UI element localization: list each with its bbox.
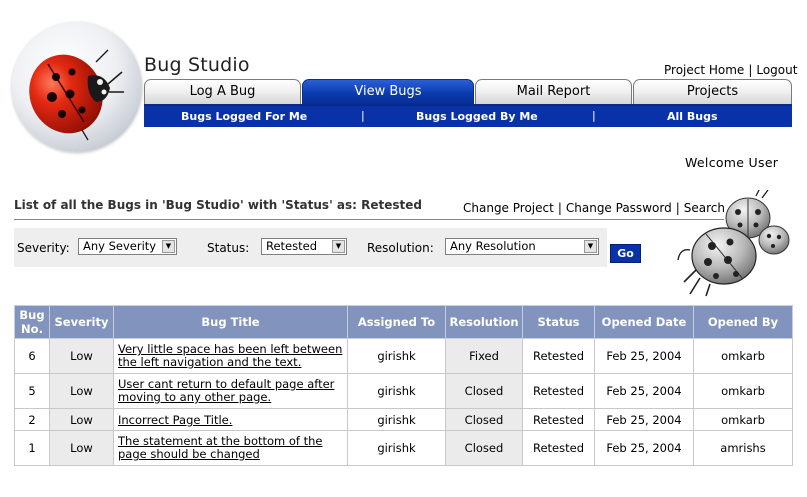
bug-opened-by: omkarb (693, 338, 793, 374)
bug-opened-by: amrishs (693, 430, 793, 466)
bug-resolution: Closed (445, 430, 523, 466)
bug-opened-date: Feb 25, 2004 (594, 373, 694, 409)
bug-severity: Low (49, 408, 114, 431)
table-row: 1 Low The statement at the bottom of the… (14, 430, 793, 466)
bug-resolution: Closed (445, 408, 523, 431)
table-header-row: Bug No. Severity Bug Title Assigned To R… (14, 305, 793, 339)
bug-title-link[interactable]: Very little space has been left between … (118, 343, 343, 369)
column-header[interactable]: Assigned To (347, 305, 446, 339)
bug-assigned-to: girishk (347, 408, 446, 431)
bug-title-cell: User cant return to default page after m… (113, 373, 348, 409)
welcome-message: Welcome User (685, 155, 779, 170)
app-logo (12, 22, 142, 152)
bug-assigned-to: girishk (347, 373, 446, 409)
ladybug-logo-icon (29, 49, 124, 141)
chevron-down-icon: ▼ (332, 240, 345, 253)
resolution-select[interactable]: Any Resolution ▼ (445, 238, 599, 255)
column-header[interactable]: Resolution (445, 305, 523, 339)
column-header[interactable]: Status (522, 305, 595, 339)
divider (14, 219, 724, 220)
bug-opened-by: omkarb (693, 373, 793, 409)
subnav-bugs-logged-for-me[interactable]: Bugs Logged For Me (181, 110, 307, 123)
resolution-label: Resolution: (367, 241, 434, 255)
bug-severity: Low (49, 430, 114, 466)
tab-view-bugs[interactable]: View Bugs (302, 79, 474, 104)
bug-opened-date: Feb 25, 2004 (594, 338, 694, 374)
severity-value: Any Severity (83, 239, 157, 253)
bug-number: 5 (14, 373, 50, 409)
bug-opened-date: Feb 25, 2004 (594, 408, 694, 431)
tab-log-a-bug[interactable]: Log A Bug (144, 79, 301, 104)
resolution-value: Any Resolution (450, 239, 536, 253)
bug-resolution: Closed (445, 373, 523, 409)
bug-severity: Low (49, 338, 114, 374)
ladybugs-decoration-icon (677, 190, 790, 297)
chevron-down-icon: ▼ (584, 240, 597, 253)
change-password-link[interactable]: Change Password (566, 201, 672, 215)
bug-assigned-to: girishk (347, 338, 446, 374)
separator: | (748, 63, 753, 77)
bug-title-link[interactable]: Incorrect Page Title. (118, 413, 232, 427)
bug-title-link[interactable]: User cant return to default page after m… (118, 378, 343, 404)
separator: | (361, 109, 365, 122)
separator: | (592, 109, 596, 122)
subnav-bugs-logged-by-me[interactable]: Bugs Logged By Me (416, 110, 538, 123)
subnav-all-bugs[interactable]: All Bugs (667, 110, 718, 123)
table-row: 2 Low Incorrect Page Title. girishk Clos… (14, 408, 793, 431)
severity-label: Severity: (17, 241, 70, 255)
bug-status: Retested (522, 373, 595, 409)
bug-resolution: Fixed (445, 338, 523, 374)
bug-number: 6 (14, 338, 50, 374)
severity-select[interactable]: Any Severity ▼ (78, 238, 177, 255)
change-project-link[interactable]: Change Project (463, 201, 554, 215)
table-row: 5 Low User cant return to default page a… (14, 373, 793, 409)
app-title: Bug Studio (144, 54, 250, 76)
column-header[interactable]: Bug No. (14, 305, 50, 339)
bug-status: Retested (522, 408, 595, 431)
bug-title-cell: The statement at the bottom of the page … (113, 430, 348, 466)
bug-opened-date: Feb 25, 2004 (594, 430, 694, 466)
status-value: Retested (266, 239, 318, 253)
column-header[interactable]: Opened Date (594, 305, 694, 339)
table-row: 6 Low Very little space has been left be… (14, 338, 793, 374)
bug-title-cell: Very little space has been left between … (113, 338, 348, 374)
bug-opened-by: omkarb (693, 408, 793, 431)
bug-assigned-to: girishk (347, 430, 446, 466)
bug-number: 2 (14, 408, 50, 431)
tab-projects[interactable]: Projects (633, 79, 792, 104)
bug-status: Retested (522, 338, 595, 374)
project-home-link[interactable]: Project Home (664, 63, 744, 77)
bug-number: 1 (14, 430, 50, 466)
status-label: Status: (207, 241, 250, 255)
status-select[interactable]: Retested ▼ (261, 238, 347, 255)
column-header[interactable]: Bug Title (113, 305, 348, 339)
chevron-down-icon: ▼ (162, 240, 175, 253)
logout-link[interactable]: Logout (756, 63, 797, 77)
bug-title-cell: Incorrect Page Title. (113, 408, 348, 431)
tab-mail-report[interactable]: Mail Report (475, 79, 632, 104)
bug-severity: Low (49, 373, 114, 409)
list-heading: List of all the Bugs in 'Bug Studio' wit… (14, 198, 422, 212)
sub-navigation-bar: Bugs Logged For Me | Bugs Logged By Me |… (144, 104, 792, 127)
bug-table: Bug No. Severity Bug Title Assigned To R… (14, 305, 793, 466)
bug-title-link[interactable]: The statement at the bottom of the page … (118, 435, 343, 461)
column-header[interactable]: Opened By (693, 305, 793, 339)
top-links: Project Home | Logout (664, 63, 797, 77)
column-header[interactable]: Severity (49, 305, 114, 339)
go-button[interactable]: Go (610, 244, 641, 263)
separator: | (557, 201, 562, 215)
bug-status: Retested (522, 430, 595, 466)
